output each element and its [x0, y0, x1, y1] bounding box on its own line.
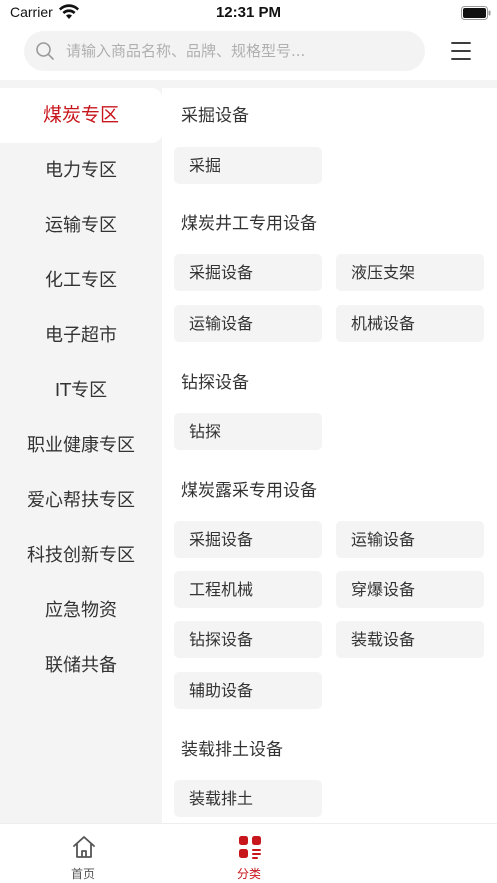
tab-bar: 首页 分类	[0, 823, 497, 883]
search-icon	[36, 42, 54, 60]
tab-category-label: 分类	[236, 867, 261, 881]
category-chip[interactable]: 液压支架	[336, 254, 484, 291]
category-chip[interactable]: 运输设备	[174, 305, 322, 342]
category-chip[interactable]: 装载排土	[174, 780, 322, 817]
category-chip[interactable]: 采掘	[174, 147, 322, 184]
section-title: 采掘设备	[181, 106, 249, 126]
sidebar-item-transport[interactable]: 运输专区	[0, 198, 162, 253]
sidebar-item-charity[interactable]: 爱心帮扶专区	[0, 473, 162, 528]
home-icon	[73, 836, 95, 858]
category-chip[interactable]: 钻探设备	[174, 621, 322, 658]
sidebar-item-tech-innovation[interactable]: 科技创新专区	[0, 528, 162, 583]
sidebar-item-power[interactable]: 电力专区	[0, 143, 162, 198]
section-title: 装载排土设备	[181, 740, 283, 760]
battery-icon	[461, 6, 491, 20]
clock-time: 12:31 PM	[215, 4, 282, 21]
tab-category[interactable]: 分类	[199, 824, 299, 883]
tab-home[interactable]: 首页	[33, 824, 133, 883]
category-icon	[239, 836, 261, 859]
category-chip[interactable]: 机械设备	[336, 305, 484, 342]
search-bar[interactable]	[24, 31, 425, 71]
header-divider	[0, 80, 497, 88]
category-chip[interactable]: 采掘设备	[174, 254, 322, 291]
category-chip[interactable]: 穿爆设备	[336, 571, 484, 608]
sidebar-item-it[interactable]: IT专区	[0, 363, 162, 418]
category-chip[interactable]: 采掘设备	[174, 521, 322, 558]
sidebar-item-occupational-health[interactable]: 职业健康专区	[0, 418, 162, 473]
sidebar-item-emergency[interactable]: 应急物资	[0, 583, 162, 638]
category-chip[interactable]: 运输设备	[336, 521, 484, 558]
sidebar-item-coal[interactable]: 煤炭专区	[0, 88, 162, 143]
status-bar: Carrier 12:31 PM	[0, 0, 497, 26]
sidebar-item-chemical[interactable]: 化工专区	[0, 253, 162, 308]
category-chip[interactable]: 辅助设备	[174, 672, 322, 709]
category-chip[interactable]: 钻探	[174, 413, 322, 450]
menu-icon[interactable]	[448, 38, 474, 64]
category-sidebar: 煤炭专区 电力专区 运输专区 化工专区 电子超市 IT专区 职业健康专区 爱心帮…	[0, 88, 162, 823]
section-title: 钻探设备	[181, 373, 249, 393]
category-chip[interactable]: 装载设备	[336, 621, 484, 658]
category-chip[interactable]: 工程机械	[174, 571, 322, 608]
category-content: 采掘设备 采掘 煤炭井工专用设备 采掘设备 液压支架 运输设备 机械设备 钻探设…	[162, 88, 497, 823]
search-input[interactable]	[66, 31, 416, 71]
section-title: 煤炭井工专用设备	[181, 214, 317, 234]
sidebar-item-electronics[interactable]: 电子超市	[0, 308, 162, 363]
sidebar-item-joint-reserve[interactable]: 联储共备	[0, 638, 162, 693]
section-title: 煤炭露采专用设备	[181, 481, 317, 501]
tab-home-label: 首页	[70, 867, 95, 881]
